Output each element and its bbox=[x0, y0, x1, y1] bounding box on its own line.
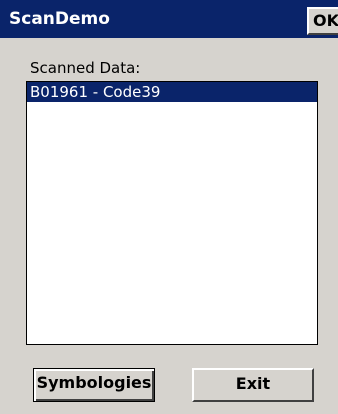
scanned-data-label: Scanned Data: bbox=[30, 59, 141, 77]
exit-button[interactable]: Exit bbox=[192, 368, 314, 402]
ok-button[interactable]: OK bbox=[307, 7, 338, 35]
symbologies-button[interactable]: Symbologies bbox=[33, 368, 155, 402]
list-item[interactable]: B01961 - Code39 bbox=[27, 82, 317, 102]
title-bar: ScanDemo OK bbox=[0, 0, 338, 38]
window-title: ScanDemo bbox=[9, 9, 110, 29]
scanned-data-list[interactable]: B01961 - Code39 bbox=[26, 81, 318, 345]
scan-demo-window: ScanDemo OK Scanned Data: B01961 - Code3… bbox=[0, 0, 338, 414]
